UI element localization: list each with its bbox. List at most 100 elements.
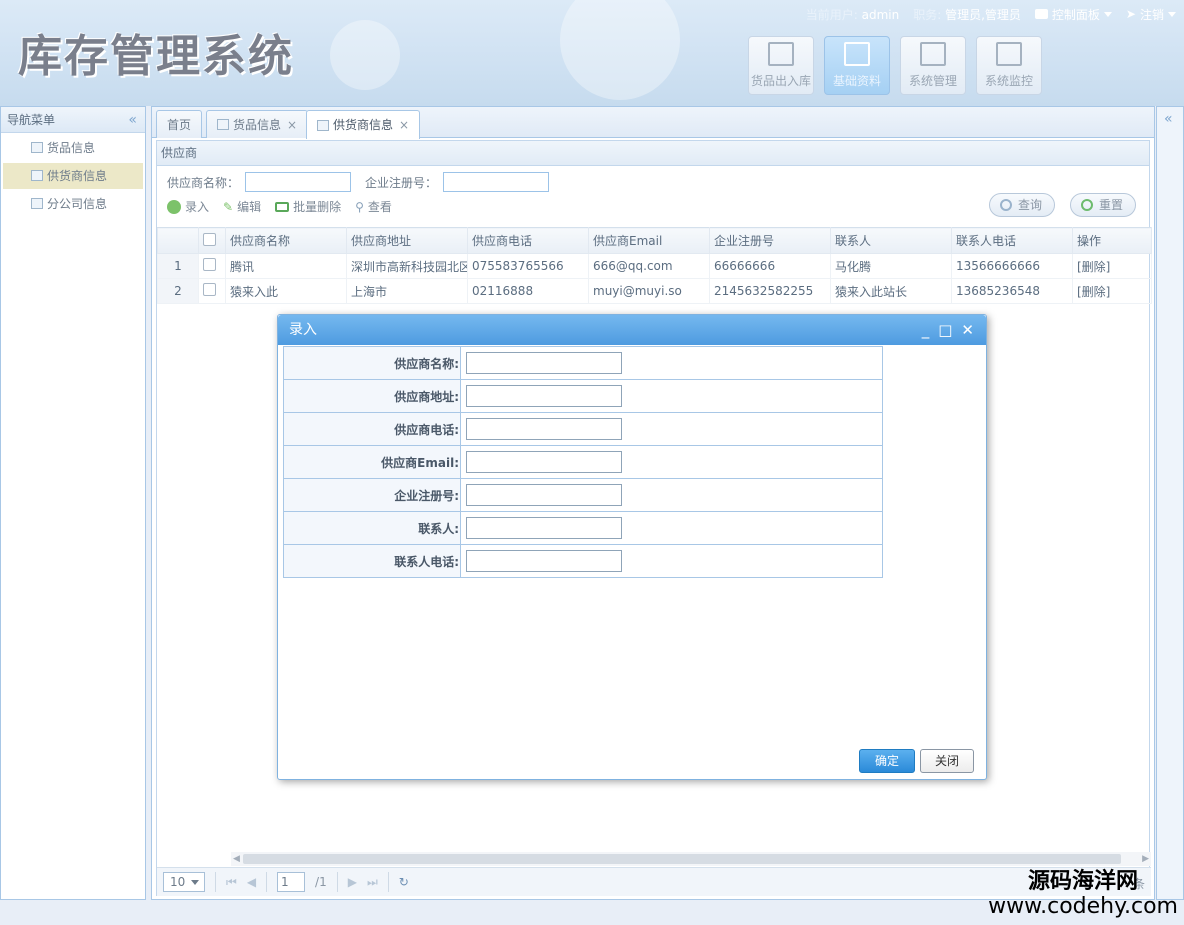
form-field-cell — [460, 478, 883, 512]
control-panel-menu[interactable]: 控制面板 — [1034, 6, 1112, 23]
current-user-info: 当前用户: admin — [806, 6, 899, 23]
contact-field[interactable] — [466, 517, 622, 539]
module-button-basic-data[interactable]: 基础资料 — [824, 36, 890, 95]
cell-phone: 075583765566 — [467, 253, 589, 279]
table-row[interactable]: 2 猿来入此 上海市 02116888 muyi@muyi.so 2145632… — [157, 278, 1152, 304]
module-label: 基础资料 — [832, 74, 881, 88]
view-button[interactable]: ⚲ 查看 — [355, 198, 392, 215]
supplier-table: 供应商名称 供应商地址 供应商电话 供应商Email 企业注册号 联系人 联系人… — [157, 227, 1152, 304]
add-button[interactable]: 录入 — [167, 198, 209, 215]
module-button-system-management[interactable]: 系统管理 — [900, 36, 966, 95]
supplier-address-field[interactable] — [466, 385, 622, 407]
scroll-left-icon[interactable]: ◀ — [233, 852, 240, 866]
row-checkbox[interactable] — [203, 258, 216, 271]
tab-goods-info[interactable]: 货品信息 × — [206, 110, 309, 138]
select-all-checkbox[interactable] — [203, 232, 216, 246]
close-button[interactable]: 关闭 — [920, 749, 974, 773]
first-page-icon[interactable]: ⏮ — [226, 875, 237, 890]
module-button-stock-io[interactable]: 货品出入库 — [748, 36, 814, 95]
supplier-email-field[interactable] — [466, 451, 622, 473]
supplier-phone-field[interactable] — [466, 418, 622, 440]
sidebar-item-goods[interactable]: 货品信息 — [3, 135, 143, 161]
close-icon[interactable]: × — [399, 112, 409, 138]
next-page-icon[interactable]: ▶ — [348, 875, 357, 889]
horizontal-scrollbar[interactable]: ◀ ▶ — [231, 852, 1151, 866]
collapse-left-icon[interactable]: « — [128, 107, 137, 133]
minimize-icon[interactable]: _ — [922, 315, 930, 345]
contact-phone-field[interactable] — [466, 550, 622, 572]
supplier-name-search-input[interactable] — [245, 172, 352, 192]
prev-page-icon[interactable]: ◀ — [247, 875, 256, 889]
tab-label: 供货商信息 — [333, 118, 394, 132]
delete-link[interactable]: [删除] — [1072, 278, 1152, 304]
confirm-button[interactable]: 确定 — [859, 749, 915, 773]
page-number-input[interactable]: 1 — [277, 872, 306, 892]
select-all-header — [198, 227, 226, 254]
column-header[interactable]: 联系人 — [830, 227, 952, 254]
column-header[interactable]: 企业注册号 — [709, 227, 831, 254]
sidebar-item-branches[interactable]: 分公司信息 — [3, 191, 143, 217]
reset-button[interactable]: 重置 — [1070, 193, 1137, 217]
supplier-address-label: 供应商地址: — [283, 379, 461, 413]
table-row[interactable]: 1 腾讯 深圳市高新科技园北区 075583765566 666@qq.com … — [157, 253, 1152, 279]
form-row: 供应商地址: — [283, 379, 883, 413]
delete-link[interactable]: [删除] — [1072, 253, 1152, 279]
search-bar: 供应商名称： 企业注册号： — [167, 172, 557, 192]
sidebar-item-label: 供货商信息 — [47, 169, 108, 183]
close-icon[interactable]: × — [287, 112, 297, 138]
search-icon — [1000, 199, 1012, 211]
tab-supplier-info[interactable]: 供货商信息 × — [306, 110, 421, 139]
module-button-system-monitor[interactable]: 系统监控 — [976, 36, 1042, 95]
reset-label: 重置 — [1099, 198, 1124, 212]
logout-menu[interactable]: ➤ 注销 — [1126, 6, 1176, 23]
module-label: 货品出入库 — [750, 74, 811, 88]
page-size-select[interactable]: 10 — [163, 872, 205, 892]
supplier-name-field[interactable] — [466, 352, 622, 374]
close-icon[interactable]: ✕ — [961, 315, 974, 345]
add-supplier-dialog: 录入 _ □ ✕ 供应商名称: 供应商地址: 供应商电话: 供应商Email: … — [277, 314, 987, 780]
sidebar-item-label: 分公司信息 — [47, 197, 108, 211]
send-icon: ➤ — [1125, 7, 1136, 21]
search-icon: ⚲ — [355, 199, 364, 214]
scrollbar-thumb[interactable] — [243, 854, 1121, 864]
watermark: 源码海洋网 www.codehy.com — [988, 868, 1178, 918]
form-row: 供应商电话: — [283, 412, 883, 446]
scroll-right-icon[interactable]: ▶ — [1142, 852, 1149, 866]
row-checkbox[interactable] — [203, 283, 216, 296]
column-header[interactable]: 联系人电话 — [951, 227, 1073, 254]
document-icon — [31, 142, 43, 153]
refresh-icon — [1081, 199, 1093, 211]
edit-button[interactable]: ✎ 编辑 — [223, 198, 261, 215]
tab-home[interactable]: 首页 — [156, 110, 203, 138]
role-label: 职务: — [913, 7, 942, 22]
batch-delete-label: 批量删除 — [293, 200, 342, 214]
sliders-icon — [920, 42, 946, 66]
form-field-cell — [460, 544, 883, 578]
folder-icon — [1034, 9, 1048, 19]
form-field-cell — [460, 412, 883, 446]
reg-number-search-label: 企业注册号： — [365, 175, 438, 190]
column-header[interactable]: 供应商电话 — [467, 227, 589, 254]
sidebar-item-suppliers[interactable]: 供货商信息 — [3, 163, 143, 189]
app-logo: 库存管理系统 — [18, 31, 294, 82]
refresh-icon[interactable]: ↻ — [399, 875, 409, 889]
last-page-icon[interactable]: ⏭ — [367, 875, 378, 890]
query-button[interactable]: 查询 — [989, 193, 1056, 217]
reg-number-field[interactable] — [466, 484, 622, 506]
column-header[interactable]: 供应商地址 — [346, 227, 468, 254]
expand-right-icon[interactable]: « — [1164, 111, 1173, 127]
column-header[interactable]: 供应商Email — [588, 227, 710, 254]
user-bar: 当前用户: admin 职务: 管理员,管理员 控制面板 ➤ 注销 — [806, 6, 1176, 22]
column-header[interactable]: 操作 — [1072, 227, 1152, 254]
form-row: 联系人电话: — [283, 544, 883, 578]
reg-number-search-input[interactable] — [443, 172, 550, 192]
maximize-icon[interactable]: □ — [938, 315, 952, 345]
cell-reg: 2145632582255 — [709, 278, 831, 304]
batch-delete-button[interactable]: 批量删除 — [275, 198, 341, 215]
chevron-down-icon — [1103, 11, 1112, 17]
column-header[interactable]: 供应商名称 — [225, 227, 347, 254]
supplier-form: 供应商名称: 供应商地址: 供应商电话: 供应商Email: 企业注册号: 联系… — [283, 346, 883, 578]
pencil-icon: ✎ — [223, 199, 234, 214]
sidebar-title: 导航菜单 — [7, 113, 56, 127]
form-row: 供应商名称: — [283, 346, 883, 380]
